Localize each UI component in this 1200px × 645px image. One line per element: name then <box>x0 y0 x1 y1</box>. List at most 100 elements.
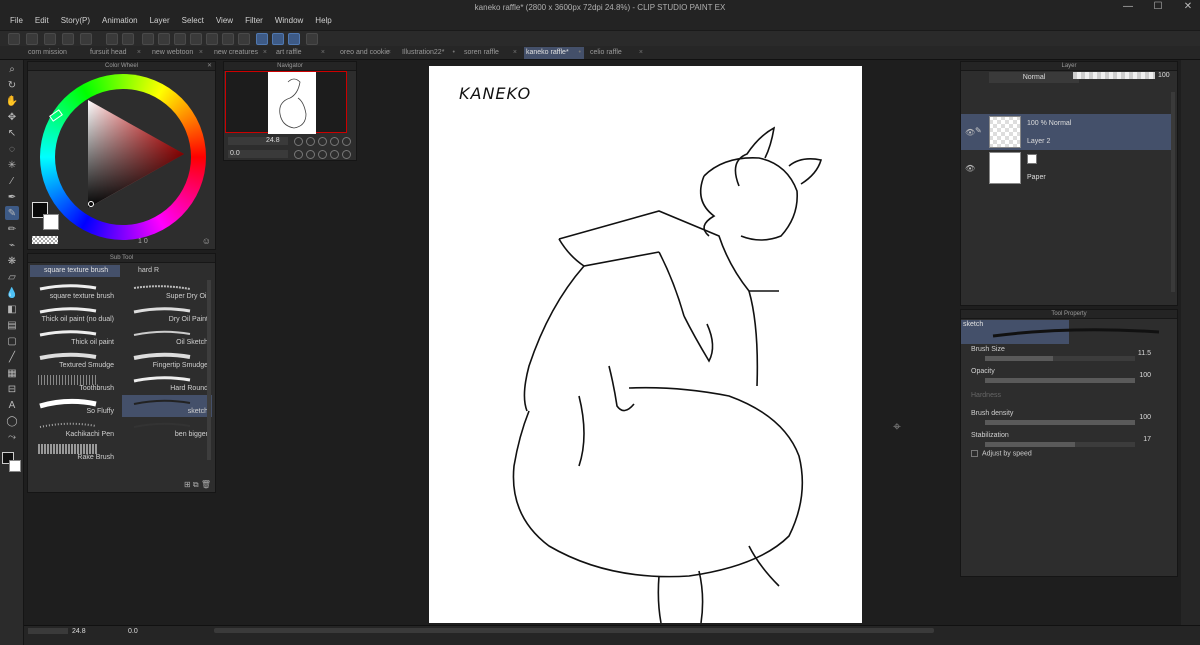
menu-filter[interactable]: Filter <box>239 15 269 27</box>
clear-icon[interactable] <box>142 33 154 45</box>
blend-mode-select[interactable]: Normal <box>989 72 1079 83</box>
brush-item-selected[interactable]: sketch <box>122 395 212 417</box>
background-color[interactable] <box>43 214 59 230</box>
tab-oreo-and-cookie[interactable]: oreo and cookie × <box>338 47 394 59</box>
brush-item[interactable]: ben bigger <box>122 418 212 440</box>
snap-grid-icon[interactable] <box>288 33 300 45</box>
pencil-icon[interactable]: ✏ <box>5 222 19 236</box>
tab-kaneko-raffle[interactable]: kaneko raffle* • <box>524 47 584 59</box>
property-value[interactable]: 100 <box>1139 372 1151 379</box>
sub-tool-group-hard-r[interactable]: hard R <box>126 265 214 277</box>
brush-item[interactable]: Thick oil paint (no dual) <box>28 303 118 325</box>
brush-item[interactable]: Kachikachi Pen <box>28 418 118 440</box>
airbrush-icon[interactable]: ⌁ <box>5 238 19 252</box>
decoration-icon[interactable]: ❋ <box>5 254 19 268</box>
zoom-out-icon[interactable] <box>294 137 303 146</box>
sub-tool-group-selected[interactable]: square texture brush <box>30 265 120 277</box>
close-icon[interactable]: × <box>137 47 141 59</box>
undo-icon[interactable] <box>106 33 118 45</box>
fit-icon[interactable] <box>330 137 339 146</box>
layer-row[interactable]: 👁 Paper <box>961 150 1171 186</box>
brush-item[interactable]: Toothbrush <box>28 372 118 394</box>
close-icon[interactable]: × <box>263 47 267 59</box>
layer-scrollbar[interactable] <box>1171 92 1175 292</box>
navigator-preview[interactable] <box>225 71 347 134</box>
sub-tool-scrollbar[interactable] <box>207 280 211 460</box>
fill-tool-icon[interactable]: ◧ <box>5 302 19 316</box>
rotate-icon[interactable]: ↻ <box>5 78 19 92</box>
property-value[interactable]: 17 <box>1143 436 1151 443</box>
operation-icon[interactable]: ↖ <box>5 126 19 140</box>
export-icon[interactable] <box>62 33 74 45</box>
menu-view[interactable]: View <box>210 15 239 27</box>
property-slider[interactable] <box>985 356 1135 361</box>
new-file-icon[interactable] <box>8 33 20 45</box>
layer-row-selected[interactable]: 👁 ✎ 100 % Normal Layer 2 <box>961 114 1171 150</box>
zoom-slider[interactable] <box>28 628 68 634</box>
brush-item[interactable]: So Fluffy <box>28 395 118 417</box>
menu-select[interactable]: Select <box>176 15 210 27</box>
eyedropper-icon[interactable]: ⁄ <box>5 174 19 188</box>
blend-icon[interactable]: 💧 <box>5 286 19 300</box>
stabilization-property[interactable]: Stabilization 17 <box>971 432 1167 452</box>
flip-vertical-icon[interactable] <box>342 150 351 159</box>
eye-icon[interactable]: 👁 <box>965 128 975 137</box>
snap-special-ruler-icon[interactable] <box>272 33 284 45</box>
menu-animation[interactable]: Animation <box>96 15 144 27</box>
brush-item[interactable]: Hard Round <box>122 372 212 394</box>
redo-icon[interactable] <box>122 33 134 45</box>
correct-line-icon[interactable]: ⤳ <box>5 430 19 444</box>
auto-select-icon[interactable]: ✳ <box>5 158 19 172</box>
fit-navigator-icon[interactable] <box>342 137 351 146</box>
close-icon[interactable]: • <box>453 47 455 59</box>
sub-color-swatch[interactable] <box>9 460 21 472</box>
brush-item[interactable]: Super Dry Oil <box>122 280 212 302</box>
menu-story[interactable]: Story(P) <box>55 15 96 27</box>
zoom-icon[interactable]: ⌕ <box>5 62 19 76</box>
frame-icon[interactable]: ▦ <box>5 366 19 380</box>
color-icon[interactable] <box>306 33 318 45</box>
tab-com-mission[interactable]: com mission ope <box>26 47 76 68</box>
save-icon[interactable] <box>44 33 56 45</box>
crop-icon[interactable] <box>158 33 170 45</box>
opacity-property[interactable]: Opacity 100 <box>971 368 1167 388</box>
move-icon[interactable]: ✥ <box>5 110 19 124</box>
close-icon[interactable]: ✕ <box>207 62 212 71</box>
menu-layer[interactable]: Layer <box>144 15 176 27</box>
balloon-icon[interactable]: ◯ <box>5 414 19 428</box>
tab-illustration22[interactable]: Illustration22* • <box>400 47 458 59</box>
transform-icon[interactable] <box>190 33 202 45</box>
close-icon[interactable]: × <box>513 47 517 59</box>
close-button[interactable]: ✕ <box>1182 0 1194 14</box>
opacity-slider[interactable] <box>1073 72 1155 79</box>
print-icon[interactable] <box>80 33 92 45</box>
transparent-swatch[interactable] <box>32 236 58 244</box>
brush-icon[interactable]: ✎ <box>5 206 19 220</box>
saturation-triangle[interactable] <box>88 100 188 210</box>
property-value[interactable]: 100 <box>1139 414 1151 421</box>
brush-size-property[interactable]: Brush Size 11.5 <box>971 346 1167 366</box>
line-icon[interactable]: ╱ <box>5 350 19 364</box>
tab-celio-raffle[interactable]: celio raffle × <box>588 47 646 59</box>
close-icon[interactable]: × <box>639 47 643 59</box>
eraser-icon[interactable]: ▱ <box>5 270 19 284</box>
reset-rotate-icon[interactable] <box>318 150 327 159</box>
deselect-icon[interactable] <box>206 33 218 45</box>
drawing-canvas[interactable]: KANEKO <box>429 66 862 623</box>
rotate-right-icon[interactable] <box>306 150 315 159</box>
brush-item[interactable]: Oil Sketch <box>122 326 212 348</box>
open-icon[interactable] <box>26 33 38 45</box>
eye-icon[interactable]: 👁 <box>965 164 975 173</box>
brush-density-property[interactable]: Brush density 100 <box>971 410 1167 430</box>
snap-ruler-icon[interactable] <box>256 33 268 45</box>
menu-file[interactable]: File <box>4 15 29 27</box>
pen-icon[interactable]: ✒ <box>5 190 19 204</box>
zoom-in-icon[interactable] <box>306 137 315 146</box>
brush-item[interactable]: square texture brush <box>28 280 118 302</box>
tab-soren-raffle[interactable]: soren raffle × <box>462 47 520 59</box>
show-selection-icon[interactable] <box>238 33 250 45</box>
brush-item[interactable]: Rake Brush <box>28 441 118 463</box>
invert-selection-icon[interactable] <box>222 33 234 45</box>
menu-edit[interactable]: Edit <box>29 15 55 27</box>
flip-horizontal-icon[interactable] <box>330 150 339 159</box>
